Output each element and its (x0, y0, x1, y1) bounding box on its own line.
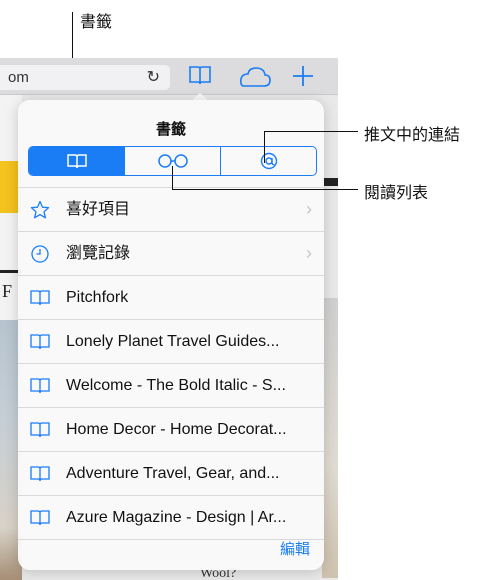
segment-bookmarks[interactable] (29, 147, 124, 175)
segment-shared-links[interactable] (220, 147, 316, 175)
list-item-label: Lonely Planet Travel Guides... (66, 333, 280, 350)
list-item-label: Adventure Travel, Gear, and... (66, 465, 280, 482)
address-text: om (8, 69, 29, 86)
bookmarks-popover: 書籤 喜好項目 › 瀏覽記錄 › Pitchfork Lonely Planet… (18, 100, 324, 570)
list-item-bookmark[interactable]: Welcome - The Bold Italic - S... (18, 363, 324, 407)
list-item-favorites[interactable]: 喜好項目 › (18, 187, 324, 231)
callout-shared-links-line (264, 131, 265, 163)
browser-toolbar: om ↻ (0, 58, 338, 95)
list-item-bookmark[interactable]: Adventure Travel, Gear, and... (18, 451, 324, 495)
list-item-bookmark[interactable]: Pitchfork (18, 275, 324, 319)
page-strip-letter: F (2, 281, 13, 301)
callout-reading-list-label: 閱讀列表 (364, 185, 429, 202)
callout-reading-list-line (172, 189, 358, 190)
edit-button[interactable]: 編輯 (280, 538, 310, 559)
book-icon (30, 466, 50, 482)
bookmarks-toolbar-icon[interactable] (188, 64, 212, 86)
list-item-bookmark[interactable]: Azure Magazine - Design | Ar... (18, 495, 324, 539)
list-item-history[interactable]: 瀏覽記錄 › (18, 231, 324, 275)
list-divider (18, 539, 324, 540)
list-item-bookmark[interactable]: Lonely Planet Travel Guides... (18, 319, 324, 363)
page-right-divider (322, 178, 338, 186)
list-item-label: 喜好項目 (66, 201, 131, 218)
list-item-label: Home Decor - Home Decorat... (66, 421, 287, 438)
book-icon (30, 510, 50, 526)
popover-title: 書籤 (155, 121, 186, 138)
icloud-tabs-icon[interactable] (236, 66, 272, 88)
list-item-bookmark[interactable]: Home Decor - Home Decorat... (18, 407, 324, 451)
chevron-right-icon: › (306, 243, 312, 263)
callout-shared-links-label: 推文中的連結 (364, 127, 461, 144)
chevron-right-icon: › (306, 199, 312, 219)
book-icon (30, 290, 50, 306)
reload-icon[interactable]: ↻ (147, 65, 160, 90)
page-right-photo (322, 298, 338, 578)
new-tab-icon[interactable] (292, 65, 314, 87)
bookmark-list: 喜好項目 › 瀏覽記錄 › Pitchfork Lonely Planet Tr… (18, 187, 324, 540)
book-icon (30, 334, 50, 350)
address-bar[interactable]: om ↻ (0, 65, 170, 90)
list-item-label: Pitchfork (66, 289, 129, 306)
list-item-label: Welcome - The Bold Italic - S... (66, 377, 286, 394)
star-icon (30, 200, 50, 219)
callout-reading-list-line (172, 166, 173, 190)
callout-bookmarks-label: 書籤 (80, 14, 113, 31)
book-icon (66, 154, 87, 169)
book-icon (30, 422, 50, 438)
book-icon (30, 378, 50, 394)
at-icon (260, 152, 277, 170)
list-item-label: Azure Magazine - Design | Ar... (66, 509, 287, 526)
clock-icon (31, 245, 49, 263)
list-item-label: 瀏覽記錄 (66, 245, 131, 262)
callout-shared-links-line (264, 131, 358, 132)
